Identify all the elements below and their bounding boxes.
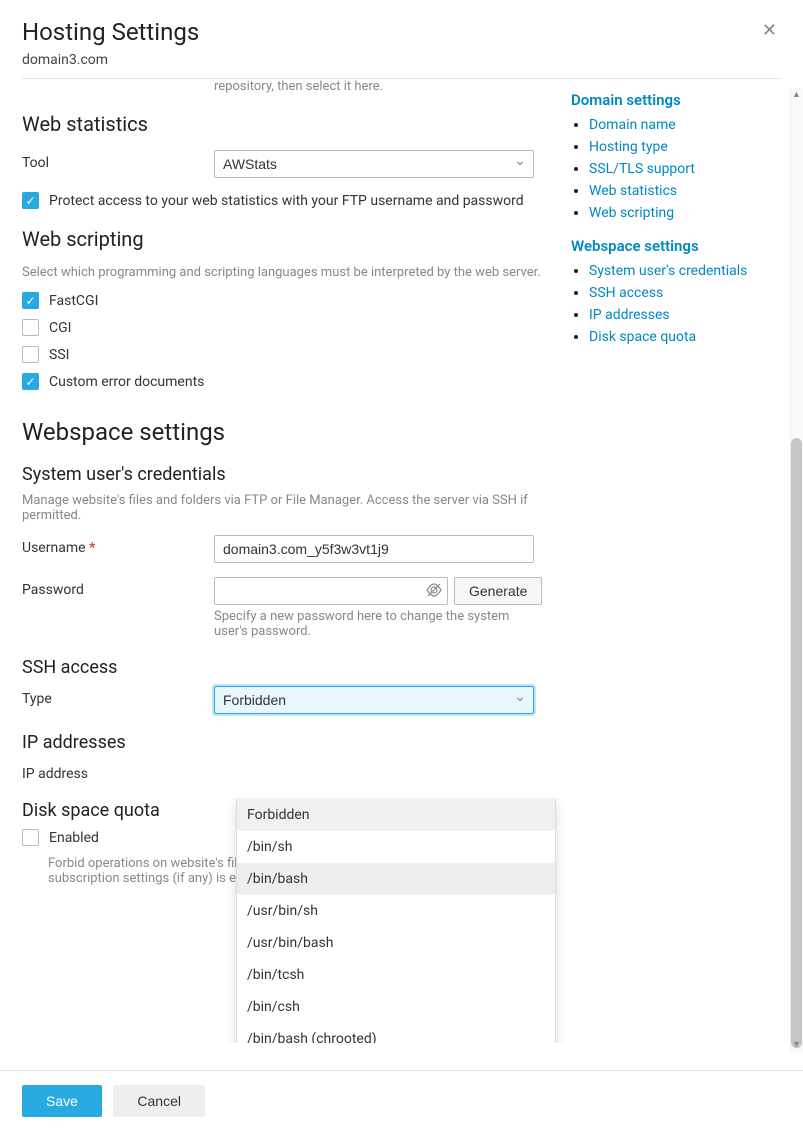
eye-slash-icon[interactable] (426, 583, 442, 601)
ssh-heading: SSH access (22, 657, 562, 678)
ssi-label: SSI (49, 347, 69, 363)
credentials-heading: System user's credentials (22, 464, 562, 485)
nav-web-scripting[interactable]: Web scripting (589, 205, 674, 221)
password-input[interactable] (214, 577, 448, 605)
fastcgi-label: FastCGI (49, 293, 98, 309)
disk-enabled-checkbox[interactable] (22, 829, 39, 846)
ssh-option-usr-sh[interactable]: /usr/bin/sh (237, 895, 555, 927)
nav-ssh[interactable]: SSH access (589, 285, 663, 301)
credentials-desc: Manage website's files and folders via F… (22, 493, 562, 523)
page-title: Hosting Settings (22, 18, 199, 46)
nav-ssl-tls[interactable]: SSL/TLS support (589, 161, 695, 177)
username-input[interactable] (214, 535, 534, 563)
ssh-option-sh[interactable]: /bin/sh (237, 831, 555, 863)
disk-enabled-label: Enabled (49, 830, 99, 846)
ssh-type-label: Type (22, 686, 214, 707)
web-statistics-heading: Web statistics (22, 112, 562, 136)
ssh-option-usr-bash[interactable]: /usr/bin/bash (237, 927, 555, 959)
ssh-option-chroot[interactable]: /bin/bash (chrooted) (237, 1023, 555, 1043)
ssh-option-forbidden[interactable]: Forbidden (237, 799, 555, 831)
cgi-checkbox[interactable] (22, 319, 39, 336)
ssh-type-dropdown: Forbidden /bin/sh /bin/bash /usr/bin/sh … (236, 799, 556, 1043)
scroll-down-icon[interactable]: ▼ (790, 1038, 803, 1052)
custom-error-checkbox[interactable] (22, 373, 39, 390)
password-hint: Specify a new password here to change th… (214, 609, 534, 639)
ssh-option-tcsh[interactable]: /bin/tcsh (237, 959, 555, 991)
scrollbar-thumb[interactable] (791, 438, 802, 1048)
ip-heading: IP addresses (22, 732, 562, 753)
ssi-checkbox[interactable] (22, 346, 39, 363)
generate-button[interactable]: Generate (454, 577, 542, 605)
web-scripting-heading: Web scripting (22, 227, 562, 251)
ssh-type-select[interactable]: Forbidden (214, 686, 534, 714)
help-fragment: repository, then select it here. (214, 79, 562, 94)
webspace-settings-heading: Webspace settings (22, 418, 562, 446)
domain-subtitle: domain3.com (22, 52, 199, 68)
protect-stats-label: Protect access to your web statistics wi… (49, 193, 524, 209)
username-label: Username * (22, 535, 214, 556)
password-label: Password (22, 577, 214, 598)
tool-label: Tool (22, 150, 214, 171)
cgi-label: CGI (49, 320, 71, 336)
nav-ip[interactable]: IP addresses (589, 307, 670, 323)
nav-domain-name[interactable]: Domain name (589, 117, 676, 133)
tool-select[interactable]: AWStats (214, 150, 534, 178)
protect-stats-checkbox[interactable] (22, 192, 39, 209)
scrollbar-track[interactable]: ▲ ▼ (790, 88, 803, 1052)
nav-domain-heading: Domain settings (571, 91, 781, 109)
nav-webspace-heading: Webspace settings (571, 237, 781, 255)
nav-hosting-type[interactable]: Hosting type (589, 139, 668, 155)
custom-error-label: Custom error documents (49, 374, 204, 390)
nav-web-stats[interactable]: Web statistics (589, 183, 677, 199)
close-icon[interactable]: ✕ (758, 18, 781, 44)
nav-disk[interactable]: Disk space quota (589, 329, 696, 345)
cancel-button[interactable]: Cancel (113, 1085, 205, 1117)
fastcgi-checkbox[interactable] (22, 292, 39, 309)
ip-address-label: IP address (22, 761, 214, 782)
ssh-option-csh[interactable]: /bin/csh (237, 991, 555, 1023)
web-scripting-desc: Select which programming and scripting l… (22, 265, 562, 280)
scroll-up-icon[interactable]: ▲ (790, 88, 803, 102)
save-button[interactable]: Save (22, 1085, 102, 1117)
ssh-option-bash[interactable]: /bin/bash (237, 863, 555, 895)
nav-credentials[interactable]: System user's credentials (589, 263, 747, 279)
